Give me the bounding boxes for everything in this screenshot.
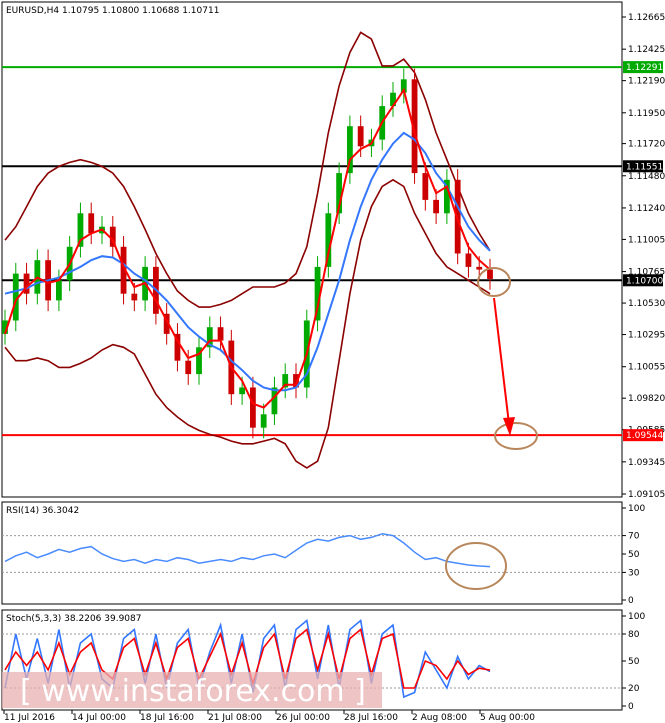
stoch-tick-label: 0	[628, 702, 634, 712]
candle-body	[433, 199, 440, 214]
rsi-tick-label: 100	[628, 504, 645, 514]
price-tick-label: 1.12665	[628, 13, 665, 23]
time-tick-label: 21 Jul 08:00	[208, 713, 262, 723]
price-tick-label: 1.11005	[628, 235, 665, 245]
price-tick-label: 1.09820	[628, 394, 665, 404]
rsi-panel-frame	[1, 501, 623, 605]
time-axis: 11 Jul 2016 14 Jul 00:00 18 Jul 16:00 21 Ju…	[3, 710, 535, 723]
rsi-tick-label: 0	[628, 596, 634, 606]
candle-body	[260, 414, 267, 428]
candle-body	[249, 387, 256, 428]
stoch-axis: 100 80 50 20 0	[622, 612, 645, 712]
time-tick-label: 28 Jul 16:00	[344, 713, 398, 723]
price-level-label: 1.09544	[626, 431, 663, 441]
stoch-tick-label: 80	[628, 630, 640, 640]
price-tick-label: 1.10295	[628, 331, 665, 341]
candle-body	[465, 253, 472, 267]
candle-body	[239, 387, 246, 395]
candle-body	[217, 327, 224, 341]
stoch-header: Stoch(5,3,3) 38.2206 39.9087	[6, 614, 141, 624]
rsi-tick-label: 70	[628, 532, 640, 542]
candle-body	[422, 173, 429, 200]
price-level-label: 1.11551	[626, 162, 663, 172]
trading-chart: 1.12665 1.12425 1.12190 1.11950 1.11720 1.114…	[1, 1, 665, 723]
price-level-label: 1.10700	[626, 276, 663, 286]
candle-body	[55, 280, 62, 301]
price-tick-label: 1.09105	[628, 490, 665, 500]
time-tick-label: 14 Jul 00:00	[72, 713, 126, 723]
price-axis: 1.12665 1.12425 1.12190 1.11950 1.11720 1.114…	[622, 13, 665, 500]
price-tick-label: 1.11240	[628, 204, 665, 214]
candle-body	[185, 360, 192, 375]
price-tick-label: 1.09345	[628, 458, 665, 468]
rsi-header: RSI(14) 36.3042	[6, 506, 79, 516]
time-tick-label: 2 Aug 08:00	[412, 713, 467, 723]
price-level-label: 1.12291	[626, 63, 663, 73]
candle-body	[487, 269, 493, 279]
price-tick-label: 1.11720	[628, 140, 665, 150]
candle-body	[131, 293, 138, 301]
time-tick-label: 26 Jul 00:00	[276, 713, 330, 723]
time-tick-label: 18 Jul 16:00	[140, 713, 194, 723]
time-tick-label: 5 Aug 00:00	[480, 713, 535, 723]
stoch-tick-label: 100	[628, 612, 645, 622]
rsi-tick-label: 30	[628, 568, 640, 578]
price-tick-label: 1.10530	[628, 299, 665, 309]
candle-body	[357, 126, 364, 147]
rsi-tick-label: 50	[628, 550, 640, 560]
candle-body	[271, 387, 278, 415]
main-header: EURUSD,H4 1.10795 1.10800 1.10688 1.1071…	[6, 6, 219, 16]
candle-body	[476, 266, 483, 270]
price-tick-label: 1.12190	[628, 77, 665, 87]
price-tick-label: 1.10055	[628, 363, 665, 373]
stoch-tick-label: 50	[628, 657, 640, 667]
price-tick-label: 1.11950	[628, 109, 665, 119]
watermark-text: [ www.instaforex.com ]	[20, 674, 366, 709]
time-tick-label: 11 Jul 2016	[4, 713, 55, 723]
rsi-axis: 100 70 50 30 0	[622, 504, 645, 606]
main-panel-frame	[1, 1, 623, 498]
stoch-tick-label: 20	[628, 684, 640, 694]
price-tick-label: 1.11480	[628, 172, 665, 182]
candle-body	[88, 213, 95, 234]
price-tick-label: 1.12425	[628, 45, 665, 55]
